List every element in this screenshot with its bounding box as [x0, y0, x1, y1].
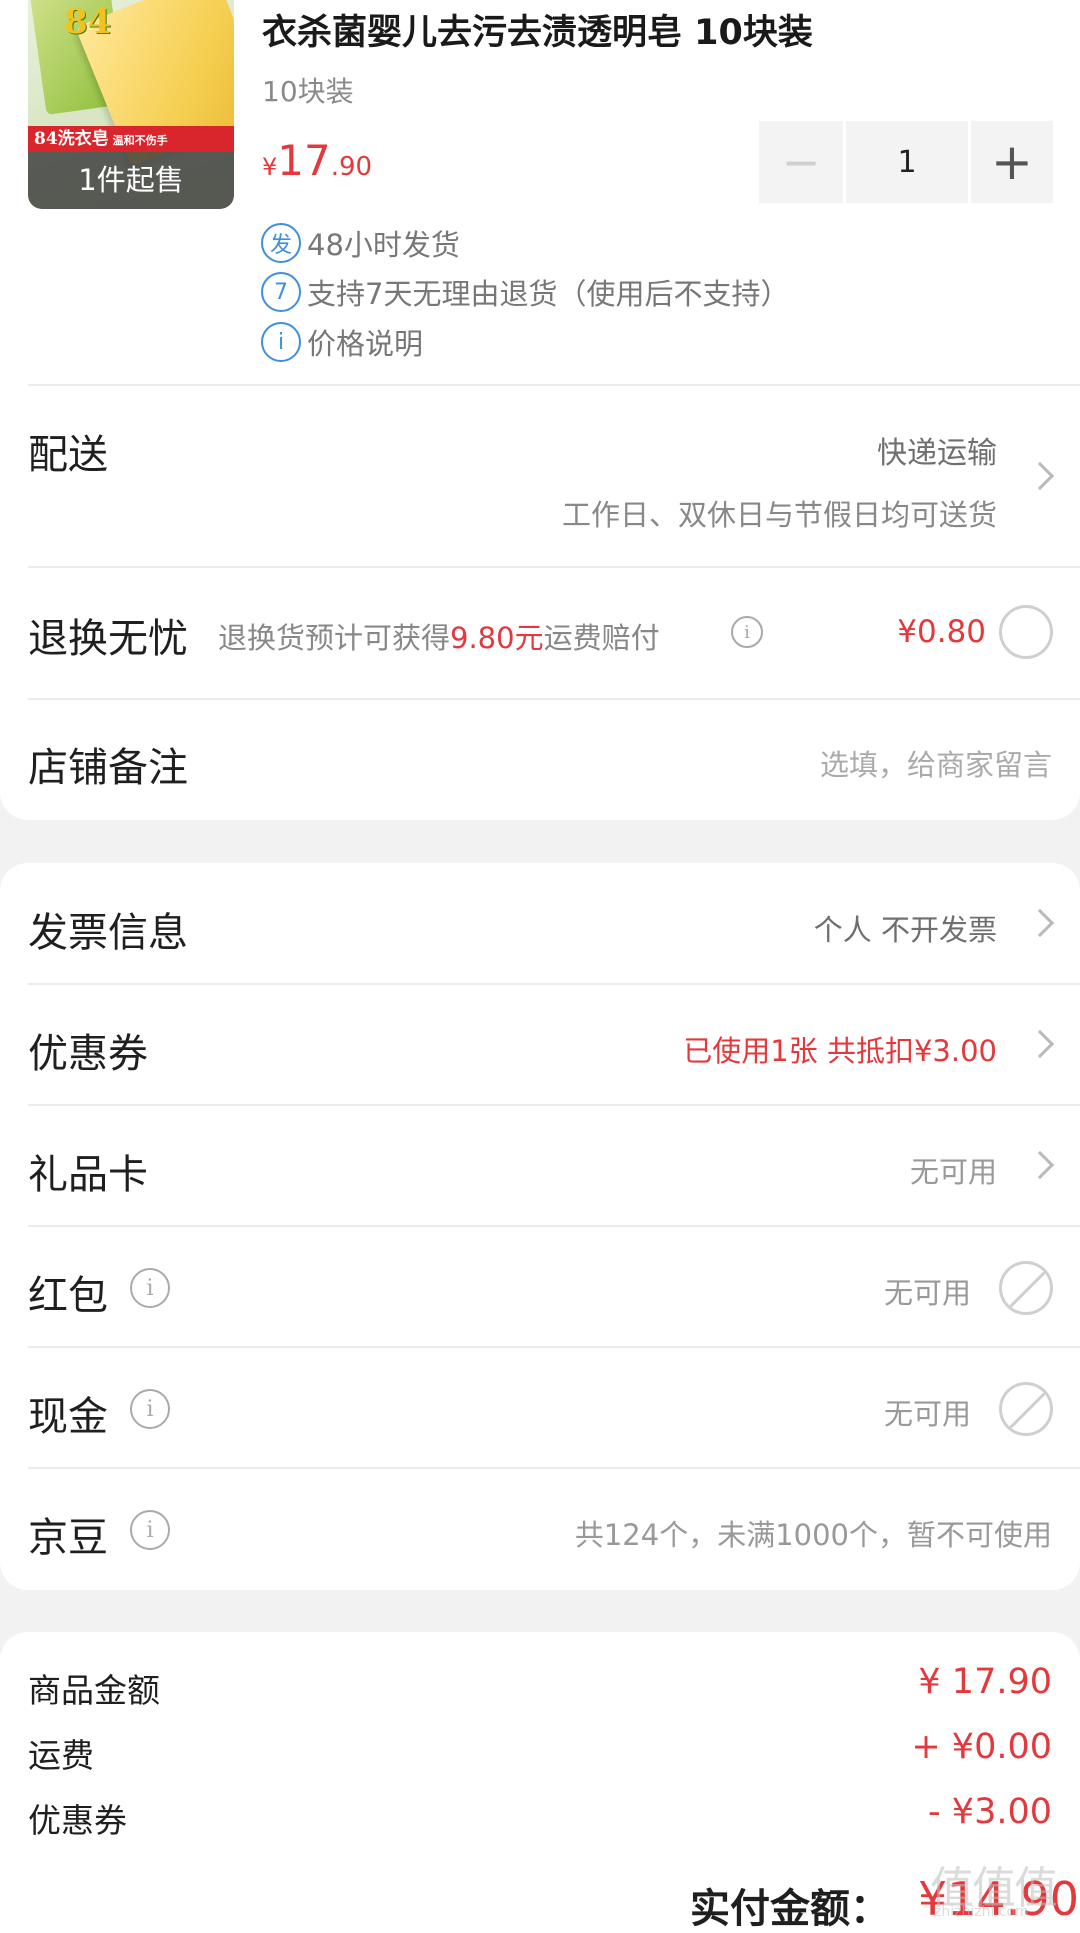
cash-value: 无可用 [883, 1397, 971, 1431]
shipping-badge-icon: 发 [261, 223, 301, 263]
info-icon[interactable]: i [130, 1510, 170, 1550]
thumb-brand-logo: 84 [64, 2, 112, 42]
thumb-brand-band: 84洗衣皂 温和不伤手 [28, 126, 234, 152]
invoice-label: 发票信息 [28, 910, 188, 956]
invoice-value[interactable]: 个人 不开发票 [814, 907, 997, 949]
increase-button[interactable]: + [971, 121, 1053, 203]
divider [28, 1467, 1080, 1469]
return-worry-free-radio[interactable] [999, 605, 1053, 659]
summary-shipping-value: + ¥0.00 [911, 1727, 1052, 1767]
actual-payment-label: 实付金额： [690, 1886, 890, 1932]
gift-card-label: 礼品卡 [28, 1152, 148, 1198]
info-icon[interactable]: i [130, 1268, 170, 1308]
shop-note-label: 店铺备注 [28, 745, 188, 791]
quantity-stepper: − 1 + [759, 121, 1053, 203]
summary-coupon-label: 优惠券 [28, 1801, 127, 1840]
jingdou-label: 京豆 [28, 1515, 108, 1561]
product-price: ¥17.90 [262, 136, 373, 185]
divider [28, 1346, 1080, 1348]
coupon-value[interactable]: 已使用1张 共抵扣¥3.00 [683, 1028, 997, 1070]
cash-label: 现金 [28, 1394, 108, 1440]
gift-card-value[interactable]: 无可用 [910, 1149, 997, 1191]
product-spec: 10块装 [262, 75, 354, 108]
delivery-note: 工作日、双休日与节假日均可送货 [561, 498, 997, 532]
divider [28, 1104, 1080, 1106]
divider [28, 983, 1080, 985]
product-thumbnail[interactable]: 84 84洗衣皂 温和不伤手 1件起售 [28, 0, 234, 209]
seven-day-badge-icon: 7 [261, 272, 301, 312]
product-title[interactable]: 衣杀菌婴儿去污去渍透明皂 10块装 [262, 4, 813, 55]
service-shipping-48h: 发 48小时发货 [261, 221, 460, 265]
info-icon[interactable]: i [130, 1389, 170, 1429]
coupon-label: 优惠券 [28, 1031, 148, 1077]
site-watermark: 值值值 zhizhizhi.com [930, 1863, 1058, 1920]
quantity-input[interactable]: 1 [846, 121, 968, 203]
min-order-label: 1件起售 [28, 152, 234, 209]
red-packet-label: 红包 [28, 1273, 108, 1319]
return-worry-free-label: 退换无忧 [28, 616, 188, 662]
jingdou-value: 共124个，未满1000个，暂不可使用 [574, 1518, 1052, 1552]
divider [28, 1225, 1080, 1227]
info-icon: i [261, 322, 301, 362]
decrease-button[interactable]: − [759, 121, 843, 203]
product-card: 84 84洗衣皂 温和不伤手 1件起售 衣杀菌婴儿去污去渍透明皂 10块装 10块… [0, 0, 1080, 820]
disabled-icon [999, 1382, 1053, 1436]
service-price-explanation[interactable]: i 价格说明 [261, 320, 423, 364]
service-7day-return: 7 支持7天无理由退货（使用后不支持） [261, 270, 789, 314]
summary-shipping-label: 运费 [28, 1736, 94, 1775]
red-packet-value: 无可用 [883, 1276, 971, 1310]
disabled-icon [999, 1261, 1053, 1315]
return-worry-free-desc: 退换货预计可获得9.80元运费赔付 [218, 621, 660, 655]
chevron-right-icon[interactable] [1025, 461, 1055, 491]
summary-goods-amount-label: 商品金额 [28, 1671, 160, 1710]
info-icon[interactable]: i [731, 616, 763, 648]
divider [28, 384, 1080, 386]
divider [28, 698, 1080, 700]
return-worry-free-price: ¥0.80 [897, 614, 986, 650]
summary-coupon-value: - ¥3.00 [928, 1792, 1052, 1832]
delivery-method[interactable]: 快递运输 [877, 428, 997, 472]
divider [28, 566, 1080, 568]
delivery-label: 配送 [28, 432, 108, 478]
summary-goods-amount-value: ¥ 17.90 [918, 1662, 1052, 1702]
shop-note-input[interactable]: 选填，给商家留言 [820, 742, 1052, 784]
